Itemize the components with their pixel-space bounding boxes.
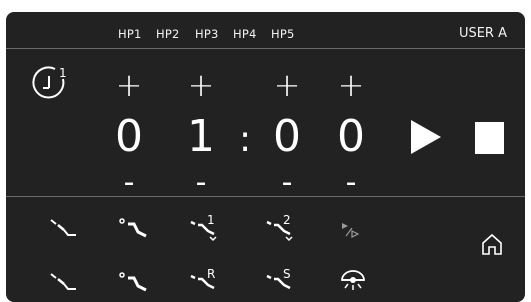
digit-1-increment-button[interactable]: + (112, 68, 146, 102)
home-icon[interactable] (480, 232, 504, 256)
digit-3-decrement-button[interactable]: - (270, 168, 304, 198)
tab-hp2[interactable]: HP2 (156, 27, 180, 41)
digit-4-increment-button[interactable]: + (334, 68, 368, 102)
digit-3-increment-button[interactable]: + (270, 68, 304, 102)
digit-1-decrement-button[interactable]: - (112, 168, 146, 198)
tab-hp5[interactable]: HP5 (271, 27, 295, 41)
svg-text:1: 1 (59, 66, 67, 80)
forward-reverse-icon[interactable] (336, 212, 370, 246)
timer-digit-1: 0 (115, 111, 143, 162)
handpiece-alt-icon[interactable] (116, 266, 150, 300)
scaler-tip-icon[interactable] (46, 212, 80, 246)
control-panel: HP1 HP2 HP3 HP4 HP5 USER A 1 + + + + 0 1… (6, 12, 525, 302)
handpiece-1-badge: 1 (207, 213, 215, 227)
handpiece-1-icon[interactable]: 1 (186, 212, 220, 246)
operating-light-icon[interactable] (336, 266, 370, 300)
digit-2-increment-button[interactable]: + (184, 68, 218, 102)
stop-button[interactable] (475, 122, 504, 154)
tab-hp1[interactable]: HP1 (118, 27, 142, 41)
digit-4-decrement-button[interactable]: - (334, 168, 368, 198)
handpiece-r-badge: R (207, 267, 215, 281)
handpiece-s-badge: S (283, 267, 291, 281)
timer-digit-3: 0 (273, 111, 301, 162)
timer-digit-2: 1 (187, 111, 215, 162)
handpiece-s-icon[interactable]: S (262, 266, 296, 300)
timer-digit-4: 0 (337, 111, 365, 162)
tab-hp4[interactable]: HP4 (233, 27, 257, 41)
play-button[interactable] (411, 120, 441, 154)
header-divider (6, 48, 525, 49)
instrument-divider (6, 196, 525, 197)
scaler-tip-alt-icon[interactable] (46, 266, 80, 300)
handpiece-r-icon[interactable]: R (186, 266, 220, 300)
timer-icon[interactable]: 1 (30, 63, 70, 103)
tab-hp3[interactable]: HP3 (195, 27, 219, 41)
user-label[interactable]: USER A (459, 26, 507, 41)
handpiece-icon[interactable] (116, 212, 150, 246)
timer-colon: : (239, 119, 252, 160)
digit-2-decrement-button[interactable]: - (184, 168, 218, 198)
handpiece-2-icon[interactable]: 2 (262, 212, 296, 246)
handpiece-2-badge: 2 (283, 213, 291, 227)
